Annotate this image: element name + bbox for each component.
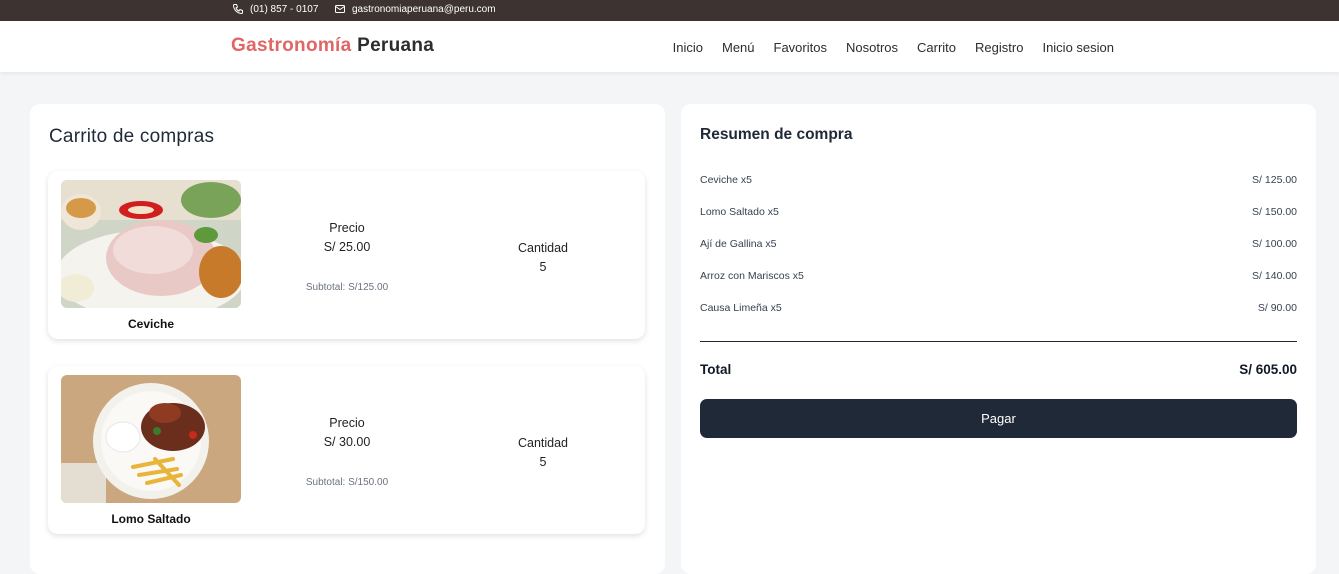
nav-registro[interactable]: Registro [975,40,1023,55]
summary-row-amount: S/ 100.00 [1252,238,1297,250]
summary-row-amount: S/ 125.00 [1252,174,1297,186]
summary-list: Ceviche x5 S/ 125.00 Lomo Saltado x5 S/ … [700,164,1297,324]
cart-title: Carrito de compras [49,126,215,147]
price-value: S/ 25.00 [323,240,371,254]
summary-row-label: Arroz con Mariscos x5 [700,270,804,282]
summary-row-label: Ceviche x5 [700,174,752,186]
cart-item: Ceviche Precio S/ 25.00 Cantidad 5 Subto… [48,171,645,339]
email-contact: gastronomiaperuana@peru.com [334,3,496,15]
price-value: S/ 30.00 [323,435,371,449]
nav-inicio[interactable]: Inicio [673,40,703,55]
phone-contact: (01) 857 - 0107 [232,3,318,15]
cart-panel: Carrito de compras Ceviche Precio S/ 25.… [30,104,665,574]
summary-title: Resumen de compra [700,126,853,143]
summary-row-label: Causa Limeña x5 [700,302,782,314]
summary-row: Arroz con Mariscos x5 S/ 140.00 [700,260,1297,292]
quantity-block: Cantidad 5 [493,239,593,277]
nav-nosotros[interactable]: Nosotros [846,40,898,55]
price-label: Precio [329,221,365,235]
phone-number: (01) 857 - 0107 [250,3,319,15]
nav-menu-item[interactable]: Menú [722,40,755,55]
summary-row-amount: S/ 150.00 [1252,206,1297,218]
phone-icon [232,4,243,15]
summary-row-amount: S/ 140.00 [1252,270,1297,282]
summary-panel: Resumen de compra Ceviche x5 S/ 125.00 L… [681,104,1316,574]
item-subtotal: Subtotal: S/125.00 [305,282,389,293]
brand-part-2: Peruana [357,35,435,56]
summary-row: Causa Limeña x5 S/ 90.00 [700,292,1297,324]
summary-row: Lomo Saltado x5 S/ 150.00 [700,196,1297,228]
price-label: Precio [329,416,365,430]
pay-button[interactable]: Pagar [700,399,1297,438]
summary-row-label: Lomo Saltado x5 [700,206,779,218]
brand-part-1: Gastronomía [231,35,352,56]
email-address[interactable]: gastronomiaperuana@peru.com [352,4,496,15]
total-amount: S/ 605.00 [1239,362,1297,377]
quantity-block: Cantidad 5 [493,434,593,472]
quantity-value: 5 [539,260,547,274]
nav-menu: Inicio Menú Favoritos Nosotros Carrito R… [673,40,1114,55]
summary-divider [700,341,1297,342]
item-name: Ceviche [127,317,175,331]
item-subtotal: Subtotal: S/150.00 [305,477,389,488]
cart-item: Lomo Saltado Precio S/ 30.00 Cantidad 5 … [48,366,645,534]
summary-row-label: Ají de Gallina x5 [700,238,777,250]
main-navbar: Gastronomía Peruana Inicio Menú Favorito… [0,21,1339,72]
contact-bar: (01) 857 - 0107 gastronomiaperuana@peru.… [0,0,1339,21]
brand-logo[interactable]: Gastronomía Peruana [231,35,434,57]
quantity-value: 5 [539,455,547,469]
quantity-label: Cantidad [517,436,569,450]
price-block: Precio S/ 30.00 [297,414,397,452]
nav-carrito[interactable]: Carrito [917,40,956,55]
quantity-label: Cantidad [517,241,569,255]
price-block: Precio S/ 25.00 [297,219,397,257]
summary-row-amount: S/ 90.00 [1257,302,1297,314]
summary-row: Ají de Gallina x5 S/ 100.00 [700,228,1297,260]
total-row: Total S/ 605.00 [700,362,1297,377]
nav-favoritos[interactable]: Favoritos [774,40,827,55]
lomo-saltado-image [61,375,241,503]
item-name: Lomo Saltado [111,512,191,526]
total-label: Total [700,362,732,377]
summary-row: Ceviche x5 S/ 125.00 [700,164,1297,196]
ceviche-image [61,180,241,308]
nav-inicio-sesion[interactable]: Inicio sesion [1042,40,1114,55]
mail-icon [335,5,345,13]
